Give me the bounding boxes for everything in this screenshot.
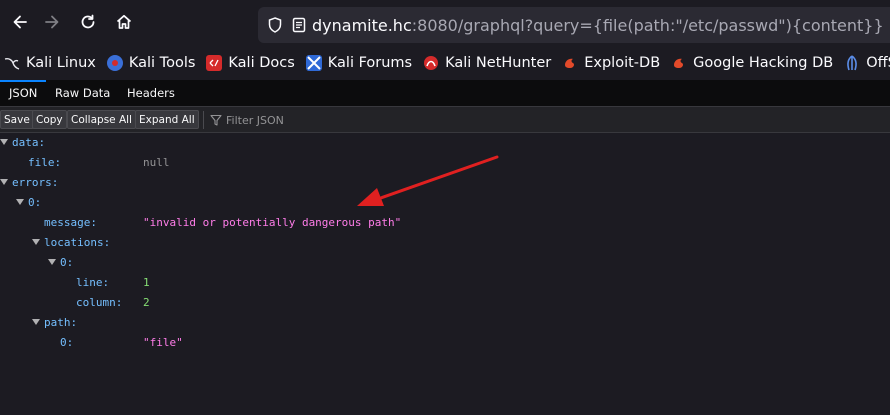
tree-row-line[interactable]: line: 1 [0, 274, 890, 292]
bookmark-label: Kali Tools [128, 55, 196, 71]
ghdb-icon [671, 55, 687, 71]
expand-toggle-icon[interactable] [32, 319, 40, 325]
url-text: dynamite.hc:8080/graphql?query={file(pat… [312, 16, 884, 35]
bookmark-label: Kali Linux [26, 55, 96, 71]
tree-key: message: [44, 216, 97, 229]
tree-row-locations[interactable]: locations: [0, 234, 890, 252]
kali-tools-icon [106, 55, 123, 71]
tab-headers[interactable]: Headers [118, 80, 184, 106]
bookmarks-toolbar: Kali Linux Kali Tools Kali Docs Kali For… [0, 48, 890, 78]
bookmark-kali-linux[interactable]: Kali Linux [0, 51, 103, 75]
json-toolbar: Save Copy Collapse All Expand All Filter… [0, 107, 890, 133]
back-arrow-icon [11, 13, 29, 35]
tree-value-string: "file" [143, 336, 183, 349]
filter-placeholder: Filter JSON [226, 113, 284, 127]
nethunter-icon [423, 55, 439, 71]
expand-toggle-icon[interactable] [0, 179, 8, 185]
filter-icon [210, 114, 222, 126]
save-button[interactable]: Save [0, 110, 34, 129]
bookmark-kali-forums[interactable]: Kali Forums [302, 51, 419, 75]
json-tree: data: file: null errors: 0: message: "in… [0, 133, 890, 415]
tree-key: column: [76, 296, 123, 309]
bookmark-kali-tools[interactable]: Kali Tools [103, 51, 203, 75]
forward-button[interactable] [38, 10, 66, 38]
forward-arrow-icon [43, 13, 61, 35]
tree-key: 0: [60, 336, 74, 349]
tree-row-file[interactable]: file: null [0, 154, 890, 172]
tree-key: line: [76, 276, 110, 289]
copy-button[interactable]: Copy [32, 110, 67, 129]
kali-docs-icon [206, 55, 223, 71]
tree-row-error-0[interactable]: 0: [0, 194, 890, 212]
kali-forums-icon [305, 55, 322, 71]
tree-row-errors[interactable]: errors: [0, 174, 890, 192]
filter-json-input[interactable]: Filter JSON [203, 111, 284, 129]
page-info-icon[interactable] [290, 16, 308, 34]
expand-toggle-icon[interactable] [48, 259, 56, 265]
json-viewer-tabs: JSON Raw Data Headers [0, 80, 890, 107]
offsec-icon [844, 55, 860, 71]
url-path: :8080/graphql?query={file(path:"/etc/pas… [411, 15, 884, 35]
tree-value-number: 2 [143, 296, 150, 309]
tree-value-number: 1 [143, 276, 150, 289]
expand-all-button[interactable]: Expand All [135, 110, 199, 129]
tree-key: data: [12, 136, 46, 149]
address-bar[interactable]: dynamite.hc:8080/graphql?query={file(pat… [258, 7, 890, 43]
expand-toggle-icon[interactable] [32, 239, 40, 245]
url-host: dynamite.hc [312, 15, 412, 35]
tree-value-null: null [143, 156, 170, 169]
bookmark-offsec[interactable]: OffSec [840, 51, 890, 75]
reload-button[interactable] [74, 10, 102, 38]
tab-raw-data[interactable]: Raw Data [46, 80, 119, 106]
tree-value-string: "invalid or potentially dangerous path" [143, 216, 402, 229]
kali-dragon-icon [4, 55, 20, 71]
tree-key: errors: [12, 176, 59, 189]
bookmark-label: Kali Forums [327, 55, 413, 71]
tree-key: locations: [44, 236, 111, 249]
bookmark-kali-docs[interactable]: Kali Docs [202, 51, 301, 75]
bookmark-label: Google Hacking DB [693, 55, 834, 71]
navigation-bar: dynamite.hc:8080/graphql?query={file(pat… [0, 0, 890, 48]
tree-key: 0: [60, 256, 74, 269]
bookmark-label: Kali NetHunter [445, 55, 552, 71]
tree-row-path-0[interactable]: 0: "file" [0, 334, 890, 352]
expand-toggle-icon[interactable] [0, 139, 8, 145]
bookmark-label: OffSec [866, 55, 890, 71]
home-button[interactable] [110, 10, 138, 38]
bookmark-label: Exploit-DB [584, 55, 661, 71]
tab-json[interactable]: JSON [0, 80, 47, 106]
bookmark-label: Kali Docs [228, 55, 295, 71]
tree-row-location-0[interactable]: 0: [0, 254, 890, 272]
tree-key: 0: [28, 196, 42, 209]
back-button[interactable] [6, 10, 34, 38]
tree-row-column[interactable]: column: 2 [0, 294, 890, 312]
bookmark-kali-nethunter[interactable]: Kali NetHunter [419, 51, 558, 75]
tree-row-path[interactable]: path: [0, 314, 890, 332]
expand-toggle-icon[interactable] [16, 199, 24, 205]
tree-key: path: [44, 316, 78, 329]
bookmark-google-hacking-db[interactable]: Google Hacking DB [667, 51, 840, 75]
tree-row-message[interactable]: message: "invalid or potentially dangero… [0, 214, 890, 232]
tree-row-data[interactable]: data: [0, 134, 890, 152]
home-icon [115, 13, 133, 35]
site-shield-icon[interactable] [266, 16, 284, 34]
collapse-all-button[interactable]: Collapse All [67, 110, 136, 129]
exploit-db-icon [562, 55, 578, 71]
bookmark-exploit-db[interactable]: Exploit-DB [558, 51, 667, 75]
tree-key: file: [28, 156, 62, 169]
reload-icon [79, 13, 97, 35]
